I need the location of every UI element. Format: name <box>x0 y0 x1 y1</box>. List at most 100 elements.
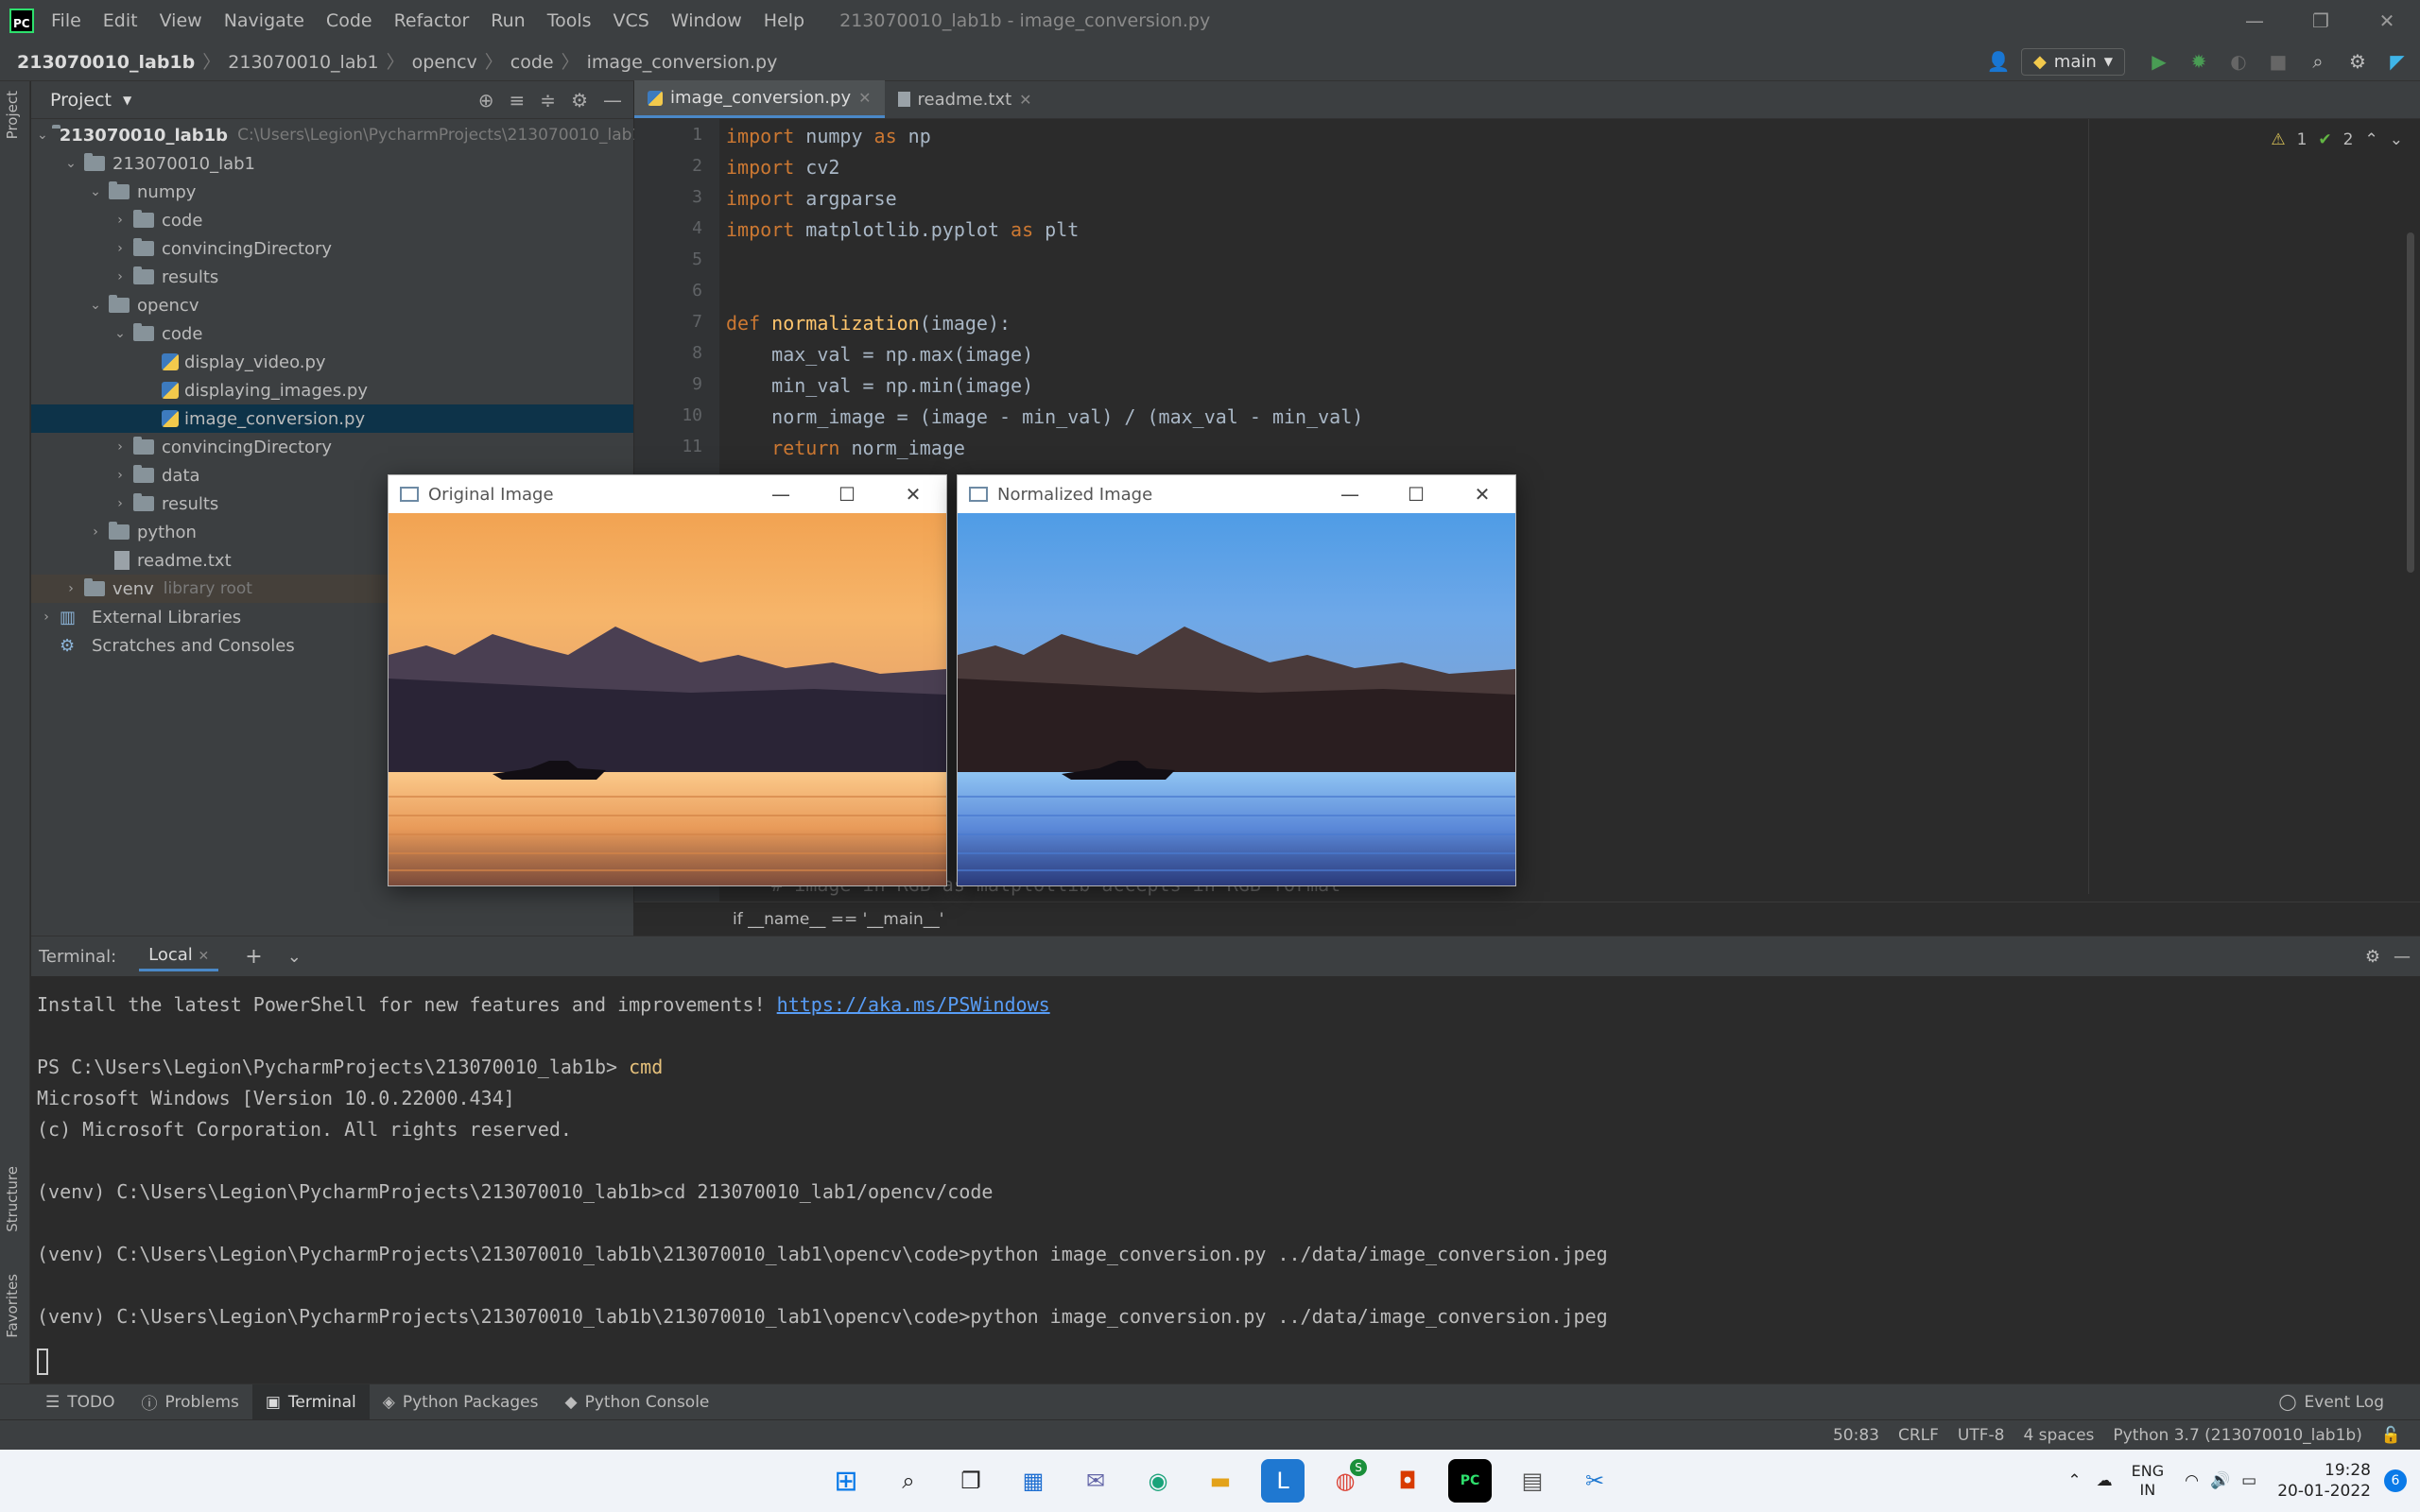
jetbrains-icon[interactable]: ◤ <box>2380 44 2414 78</box>
gear-icon[interactable]: ⚙ <box>571 89 588 112</box>
debug-icon[interactable]: ✹ <box>2182 44 2216 78</box>
chevron-up-icon[interactable]: ⌃ <box>2067 1471 2081 1490</box>
powershell-link[interactable]: https://aka.ms/PSWindows <box>777 993 1050 1016</box>
structure-tool-tab[interactable]: Structure <box>4 1166 21 1232</box>
interpreter-selector[interactable]: Python 3.7 (213070010_lab1b) <box>2113 1426 2361 1445</box>
chevron-up-icon[interactable]: ⌃ <box>2365 130 2378 149</box>
caret-position[interactable]: 50:83 <box>1833 1426 1879 1445</box>
tool-tab-python-packages[interactable]: ◈ Python Packages <box>370 1384 552 1420</box>
tree-item-numpy-results[interactable]: › results <box>31 263 633 291</box>
maximize-icon[interactable]: ☐ <box>1383 475 1449 513</box>
tree-item-numpy-convincing[interactable]: › convincingDirectory <box>31 234 633 263</box>
teams-chat-icon[interactable]: ✉ <box>1074 1459 1117 1503</box>
menu-refactor[interactable]: Refactor <box>394 10 470 31</box>
menu-edit[interactable]: Edit <box>103 10 138 31</box>
tree-item-root[interactable]: ⌄ 213070010_lab1b C:\Users\Legion\Pycharm… <box>31 121 652 149</box>
clock[interactable]: 19:28 20-01-2022 <box>2277 1460 2371 1502</box>
tree-item-opencv-convincing[interactable]: › convincingDirectory <box>31 433 633 461</box>
opencv-window-icon[interactable]: ▤ <box>1511 1459 1554 1503</box>
tool-tab-problems[interactable]: ⓘ Problems <box>129 1384 252 1420</box>
hide-icon[interactable]: — <box>603 89 622 112</box>
widgets-icon[interactable]: ▦ <box>1011 1459 1055 1503</box>
tool-tab-python-console[interactable]: ◆ Python Console <box>552 1384 723 1420</box>
normalized-image-window[interactable]: Normalized Image — ☐ ✕ <box>957 474 1516 886</box>
search-icon[interactable]: ⌕ <box>2301 44 2335 78</box>
file-encoding[interactable]: UTF-8 <box>1958 1426 2005 1445</box>
locate-icon[interactable]: ⊕ <box>478 89 494 112</box>
menu-file[interactable]: File <box>51 10 81 31</box>
add-icon[interactable]: + <box>245 945 262 969</box>
breadcrumb-file[interactable]: image_conversion.py <box>587 52 778 73</box>
lock-icon[interactable]: 🔓 <box>2381 1426 2401 1445</box>
chevron-down-icon[interactable]: ▼ <box>123 94 131 107</box>
tree-item-numpy-code[interactable]: › code <box>31 206 633 234</box>
onedrive-icon[interactable]: ☁ <box>2097 1471 2113 1490</box>
tab-image-conversion[interactable]: image_conversion.py ✕ <box>634 80 885 118</box>
tool-tab-todo[interactable]: ☰ TODO <box>32 1384 129 1420</box>
tree-item-opencv[interactable]: ⌄ opencv <box>31 291 633 319</box>
minimize-icon[interactable]: — <box>1317 475 1383 513</box>
notification-badge[interactable]: 6 <box>2384 1469 2407 1492</box>
breadcrumb-project[interactable]: 213070010_lab1b <box>17 52 195 73</box>
original-image-window[interactable]: Original Image — ☐ ✕ <box>388 474 947 886</box>
expand-all-icon[interactable]: ≡ <box>510 89 526 112</box>
wifi-icon[interactable]: ◠ <box>2185 1471 2199 1490</box>
menu-help[interactable]: Help <box>764 10 804 31</box>
chevron-down-icon[interactable]: ⌄ <box>287 947 302 967</box>
close-tab-icon[interactable]: ✕ <box>1019 91 1031 109</box>
pycharm-icon[interactable]: PC <box>1448 1459 1492 1503</box>
favorites-tool-tab[interactable]: Favorites <box>4 1274 21 1338</box>
tab-readme[interactable]: readme.txt ✕ <box>885 80 1046 118</box>
close-tab-icon[interactable]: ✕ <box>858 89 871 107</box>
tree-item-display-video[interactable]: display_video.py <box>31 348 633 376</box>
edge-icon[interactable]: ◉ <box>1136 1459 1180 1503</box>
file-explorer-icon[interactable]: ▬ <box>1199 1459 1242 1503</box>
tree-item-numpy[interactable]: ⌄ numpy <box>31 178 633 206</box>
menu-view[interactable]: View <box>160 10 202 31</box>
minimize-icon[interactable]: — <box>748 475 814 513</box>
close-tab-icon[interactable]: ✕ <box>199 949 210 964</box>
project-view-label[interactable]: Project <box>50 90 112 111</box>
minimize-icon[interactable]: — <box>2221 0 2288 42</box>
menu-vcs[interactable]: VCS <box>614 10 649 31</box>
menu-navigate[interactable]: Navigate <box>224 10 304 31</box>
coverage-icon[interactable]: ◐ <box>2221 44 2256 78</box>
language-indicator[interactable]: ENG IN <box>2132 1462 2164 1500</box>
maximize-icon[interactable]: ☐ <box>814 475 880 513</box>
stop-icon[interactable]: ■ <box>2261 44 2295 78</box>
start-icon[interactable]: ⊞ <box>824 1459 868 1503</box>
tree-item-opencv-code[interactable]: ⌄ code <box>31 319 633 348</box>
battery-icon[interactable]: ▭ <box>2241 1471 2256 1490</box>
restore-icon[interactable]: ❐ <box>2288 0 2354 42</box>
breadcrumb-lab1[interactable]: 213070010_lab1 <box>228 52 378 73</box>
tool-tab-terminal[interactable]: ▣ Terminal <box>251 1383 370 1420</box>
chrome-icon[interactable]: ◍ S <box>1323 1459 1367 1503</box>
window-titlebar[interactable]: Original Image — ☐ ✕ <box>389 475 946 513</box>
inspection-widget[interactable]: ⚠ 1 ✔ 2 ⌃ ⌄ <box>2271 130 2403 149</box>
office-icon[interactable]: ◘ <box>1386 1459 1429 1503</box>
tree-item-lab1[interactable]: ⌄ 213070010_lab1 <box>31 149 633 178</box>
chevron-down-icon[interactable]: ⌄ <box>2390 130 2403 149</box>
indent-setting[interactable]: 4 spaces <box>2023 1426 2094 1445</box>
tree-item-image-conversion[interactable]: image_conversion.py <box>31 404 633 433</box>
line-separator[interactable]: CRLF <box>1898 1426 1939 1445</box>
breadcrumb-code[interactable]: code <box>510 52 554 73</box>
close-icon[interactable]: ✕ <box>1449 475 1515 513</box>
user-icon[interactable]: 👤 <box>1981 44 2015 78</box>
close-icon[interactable]: ✕ <box>2354 0 2420 42</box>
snipping-tool-icon[interactable]: ✂ <box>1573 1459 1616 1503</box>
task-view-icon[interactable]: ❐ <box>949 1459 993 1503</box>
l-app-icon[interactable]: L <box>1261 1459 1305 1503</box>
breadcrumb-opencv[interactable]: opencv <box>412 52 477 73</box>
run-config-selector[interactable]: ◆ main ▼ <box>2020 47 2125 76</box>
menu-window[interactable]: Window <box>671 10 742 31</box>
menu-tools[interactable]: Tools <box>547 10 592 31</box>
search-icon[interactable]: ⌕ <box>887 1459 930 1503</box>
hide-icon[interactable]: — <box>2394 947 2411 967</box>
gear-icon[interactable]: ⚙ <box>2365 947 2380 967</box>
project-tool-tab[interactable]: Project <box>4 91 21 139</box>
menu-code[interactable]: Code <box>326 10 372 31</box>
tool-tab-event-log[interactable]: ◯ Event Log <box>2266 1384 2398 1420</box>
window-titlebar[interactable]: Normalized Image — ☐ ✕ <box>958 475 1515 513</box>
collapse-all-icon[interactable]: ≑ <box>540 89 556 112</box>
